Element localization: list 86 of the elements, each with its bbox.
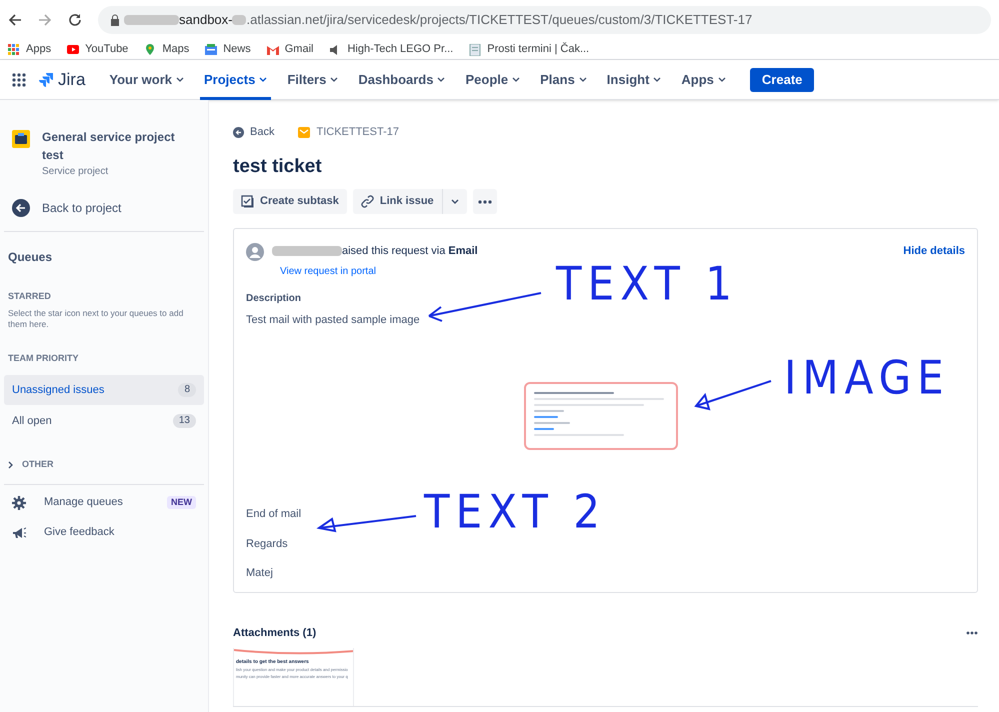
back-to-project-link[interactable]: Back to project (4, 199, 204, 217)
address-bar[interactable]: sandbox- .atlassian.net/jira/servicedesk/projects/TICKETTEST/queues/custom/3/TICKETTEST-17 (98, 6, 991, 34)
settings-icon (12, 496, 26, 510)
portal-link[interactable]: View request in portal (280, 264, 376, 278)
jira-logo-icon (38, 72, 54, 88)
nav-menu[interactable]: People (457, 60, 528, 100)
chevron-down-icon (578, 76, 587, 82)
chevron-down-icon (259, 76, 268, 82)
app-switcher-icon[interactable] (12, 72, 26, 86)
jira-logo[interactable]: Jira (38, 66, 86, 92)
create-subtask-button[interactable]: Create subtask (233, 189, 347, 214)
issue-key-link[interactable]: TICKETTEST-17 (298, 124, 399, 140)
project-type: Service project (42, 165, 110, 179)
hide-details-link[interactable]: Hide details (903, 243, 965, 260)
lock-icon (110, 14, 120, 26)
back-arrow-icon (233, 126, 244, 138)
back-link[interactable]: Back (233, 124, 274, 140)
body-text: Matej (246, 566, 274, 581)
request-info-text: aised this request via Email (342, 244, 478, 259)
link-icon (360, 195, 374, 208)
body-text: Regards (246, 536, 289, 552)
chevron-down-icon (330, 76, 338, 82)
sidebar-link[interactable]: Give feedback (4, 522, 204, 542)
nav-menu[interactable]: Apps (673, 60, 734, 100)
checkbox-icon (241, 195, 254, 208)
description-text: Test mail with pasted sample image (246, 312, 421, 328)
redacted-block (124, 15, 179, 25)
chevron-down-icon (512, 76, 520, 82)
nav-menu[interactable]: Your work (101, 60, 192, 100)
document-icon (469, 44, 482, 56)
bookmark[interactable]: Apps (8, 41, 52, 58)
bookmark[interactable]: Prosti termini | Čak... (469, 41, 590, 58)
more-icon[interactable] (966, 631, 978, 636)
more-icon (478, 200, 492, 204)
url-text: sandbox- (179, 11, 232, 30)
new-badge: NEW (167, 496, 196, 510)
handwritten-annotation: TEXT 1 (556, 260, 738, 308)
count-badge: 13 (172, 414, 196, 428)
count-badge: 8 (178, 383, 196, 397)
reload-icon[interactable] (68, 13, 82, 27)
section-heading: STARRED (7, 290, 52, 303)
nav-menu[interactable]: Filters (279, 60, 346, 100)
handwritten-annotation: IMAGE (784, 354, 950, 402)
nav-menu[interactable]: Projects (196, 60, 276, 100)
project-avatar-icon (12, 130, 30, 148)
bookmark[interactable]: News (205, 41, 251, 58)
attachments-heading: Attachments (1) (233, 626, 316, 641)
hint-text: Select the star icon next to your queues to add them here. (7, 308, 184, 330)
megaphone-icon (12, 526, 26, 540)
newspaper-icon (205, 44, 218, 56)
url-text: .atlassian.net/jira/servicedesk/projects/TICKETTEST/queues/custom/3/TICKETTEST-17 (246, 11, 752, 30)
redacted-block (272, 246, 342, 256)
description-label: Description (246, 292, 302, 306)
chevron-down-icon (437, 76, 446, 82)
nav-menu[interactable]: Insight (598, 60, 670, 100)
chevron-down-icon (176, 76, 184, 82)
project-name: General service project test (42, 129, 176, 164)
section-heading: TEAM PRIORITY (7, 352, 80, 364)
mail-icon (266, 44, 279, 56)
play-icon (67, 44, 80, 56)
avatar-icon (246, 243, 264, 261)
handwritten-annotation: TEXT 2 (424, 488, 606, 536)
map-pin-icon (144, 44, 156, 56)
section-heading: Queues (7, 249, 54, 266)
bookmark[interactable]: Gmail (266, 41, 314, 58)
back-arrow-icon[interactable] (8, 13, 22, 27)
chevron-down-icon (718, 76, 726, 82)
create-button[interactable]: Create (750, 68, 814, 92)
queue-item[interactable]: All open 13 (4, 406, 204, 436)
section-toggle[interactable]: OTHER (4, 458, 204, 472)
bookmark[interactable]: Maps (144, 41, 190, 58)
sidebar-link[interactable]: Manage queues NEW (4, 492, 204, 512)
queue-item[interactable]: Unassigned issues 8 (4, 375, 204, 405)
nav-menu[interactable]: Plans (532, 60, 595, 100)
bookmark[interactable]: High-Tech LEGO Pr... (329, 41, 454, 58)
chevron-down-icon (450, 198, 459, 204)
bookmark[interactable]: YouTube (67, 41, 128, 58)
chevron-right-icon (8, 460, 14, 469)
nav-menu[interactable]: Dashboards (350, 60, 454, 100)
mail-icon (298, 126, 310, 138)
chevron-down-icon (653, 76, 662, 82)
issue-title: test ticket (233, 154, 323, 178)
body-text: End of mail (246, 507, 302, 522)
apps-grid-icon (8, 44, 20, 56)
redacted-block (232, 15, 246, 25)
more-button[interactable] (472, 189, 497, 214)
